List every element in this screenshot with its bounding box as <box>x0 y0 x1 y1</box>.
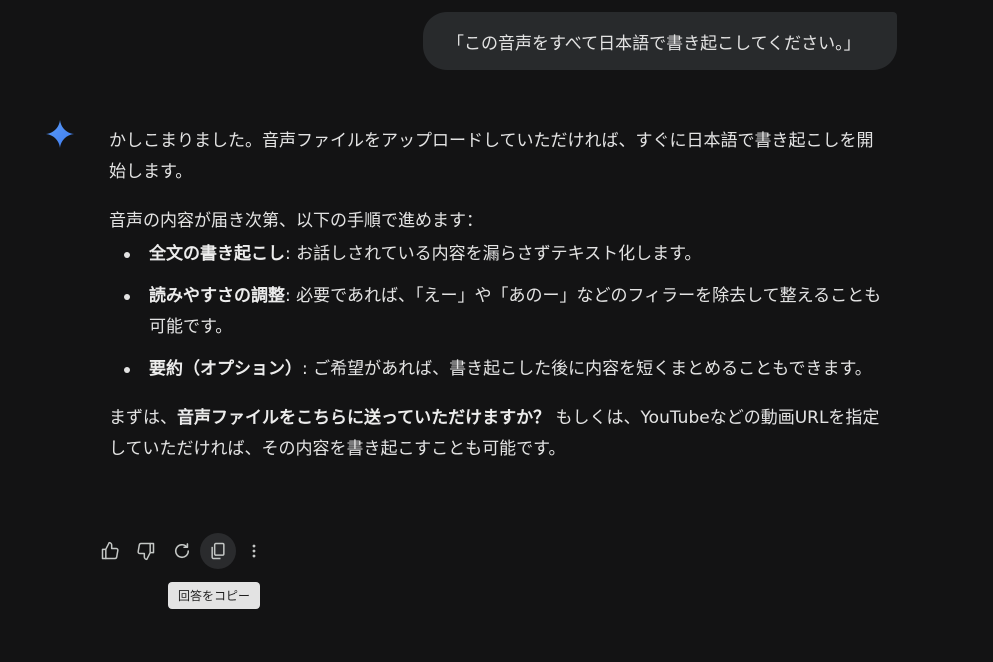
closing-bold: 音声ファイルをこちらに送っていただけますか？ <box>177 408 551 428</box>
step-title: 読みやすさの調整 <box>149 286 285 306</box>
step-text: : ご希望があれば、書き起こした後に内容を短くまとめることもできます。 <box>302 359 872 379</box>
more-options-button[interactable] <box>236 533 272 569</box>
step-title: 全文の書き起こし <box>149 244 285 264</box>
response-intro: かしこまりました。音声ファイルをアップロードしていただければ、すぐに日本語で書き… <box>109 131 874 182</box>
thumbs-down-icon <box>137 542 155 561</box>
gemini-sparkle-icon <box>46 120 74 148</box>
response-steps-list: 全文の書き起こし: お話しされている内容を漏らさずテキスト化します。 読みやすさ… <box>109 239 887 385</box>
list-item: 読みやすさの調整: 必要であれば、「えー」や「あのー」などのフィラーを除去して整… <box>124 281 887 343</box>
tooltip-text: 回答をコピー <box>178 589 251 603</box>
user-message-text: 「この音声をすべて日本語で書き起こしてください。」 <box>447 33 861 54</box>
good-response-button[interactable] <box>92 533 128 569</box>
thumbs-up-icon <box>101 541 119 560</box>
response-actions <box>92 533 272 569</box>
user-message-bubble: 「この音声をすべて日本語で書き起こしてください。」 <box>423 12 897 70</box>
model-response: かしこまりました。音声ファイルをアップロードしていただければ、すぐに日本語で書き… <box>109 126 887 465</box>
copy-icon <box>211 542 225 560</box>
bad-response-button[interactable] <box>128 533 164 569</box>
response-steps-heading: 音声の内容が届き次第、以下の手順で進めます： <box>109 211 483 231</box>
copy-tooltip: 回答をコピー <box>168 582 261 609</box>
list-item: 要約（オプション）: ご希望があれば、書き起こした後に内容を短くまとめることもで… <box>124 354 887 385</box>
list-item: 全文の書き起こし: お話しされている内容を漏らさずテキスト化します。 <box>124 239 887 270</box>
response-closing: まずは、音声ファイルをこちらに送っていただけますか？ もしくは、YouTubeな… <box>109 408 880 459</box>
more-vert-icon <box>252 544 256 558</box>
copy-response-button[interactable] <box>200 533 236 569</box>
step-title: 要約（オプション） <box>149 359 302 379</box>
step-text: : お話しされている内容を漏らさずテキスト化します。 <box>285 244 702 264</box>
regenerate-icon <box>174 543 190 559</box>
regenerate-button[interactable] <box>164 533 200 569</box>
